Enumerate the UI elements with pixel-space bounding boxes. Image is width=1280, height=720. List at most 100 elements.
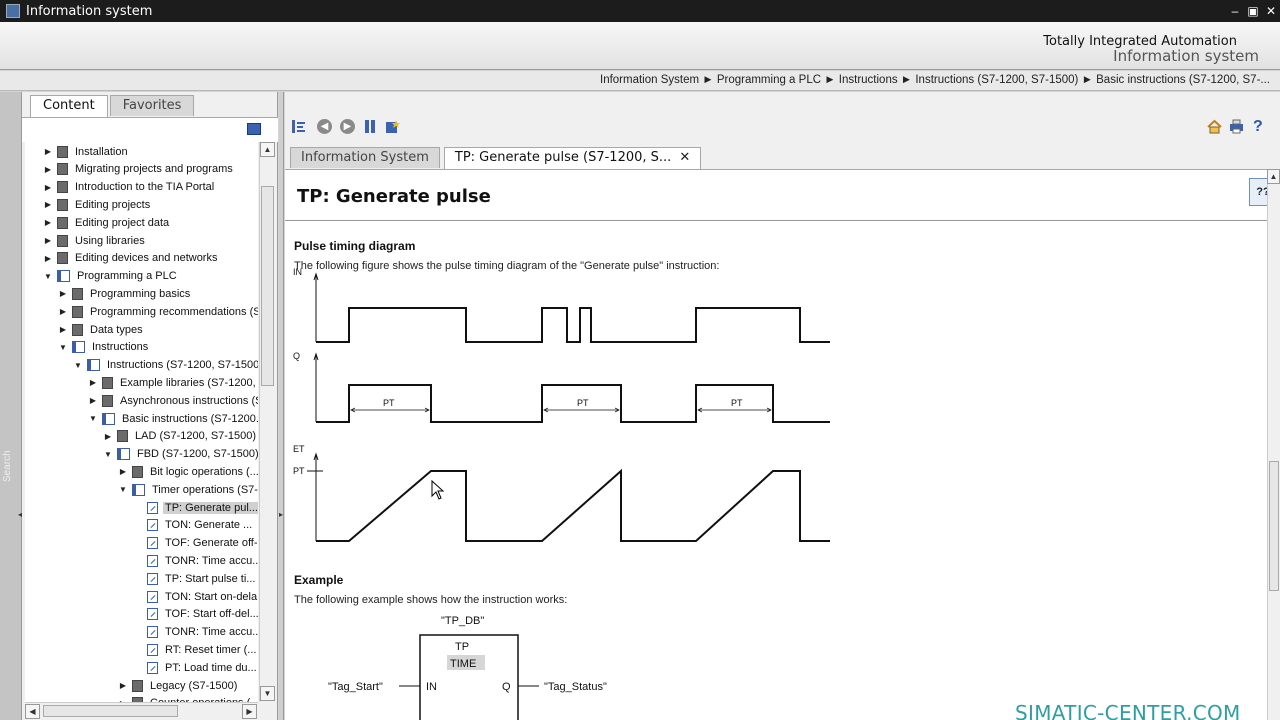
forward-icon[interactable]: ▶ — [340, 119, 355, 134]
restore-button[interactable]: ▣ — [1244, 4, 1262, 18]
tree-item[interactable]: ▶ Editing project data — [43, 214, 171, 231]
tab-favorites[interactable]: Favorites — [109, 95, 195, 116]
expanded-arrow-icon[interactable]: ▼ — [88, 414, 98, 423]
topic-page-icon — [147, 661, 158, 674]
collapsed-arrow-icon[interactable]: ▶ — [43, 183, 53, 192]
tab-tp-generate-pulse[interactable]: TP: Generate pulse (S7-1200, S... ✕ — [443, 147, 702, 170]
in-tag-label: "Tag_Start" — [328, 681, 383, 693]
tree-item[interactable]: ▶ Example libraries (S7-1200, S... — [88, 374, 258, 391]
tree-item[interactable]: ▶ Using libraries — [43, 232, 147, 249]
expanded-arrow-icon[interactable]: ▼ — [43, 272, 53, 281]
collapsed-arrow-icon[interactable]: ▶ — [118, 467, 128, 476]
tree-item[interactable]: ▼ Basic instructions (S7-1200... — [88, 410, 258, 427]
tree-item-label: TOF: Start off-del... — [165, 608, 258, 621]
pt-axis-label: PT — [293, 466, 305, 476]
collapsed-arrow-icon[interactable]: ▶ — [103, 432, 113, 441]
expanded-arrow-icon[interactable]: ▼ — [73, 361, 83, 370]
collapsed-arrow-icon[interactable]: ▶ — [43, 165, 53, 174]
help-icon[interactable]: ? — [1253, 119, 1268, 135]
scroll-left-icon[interactable]: ◀ — [25, 704, 40, 719]
collapsed-arrow-icon[interactable]: ▶ — [88, 378, 98, 387]
scroll-up-icon[interactable]: ▲ — [260, 142, 275, 157]
collapsed-arrow-icon[interactable]: ▶ — [58, 289, 68, 298]
tree-item[interactable]: ▶ Programming basics — [58, 285, 192, 302]
tree-item[interactable]: TP: Generate pul... — [133, 499, 258, 516]
collapsed-arrow-icon[interactable]: ▶ — [43, 147, 53, 156]
tab-content[interactable]: Content — [30, 95, 108, 118]
home-icon[interactable] — [1207, 119, 1222, 134]
document-vertical-scrollbar[interactable]: ▲ — [1267, 169, 1280, 720]
search-strip-label[interactable]: Search — [2, 442, 13, 482]
tree-item[interactable]: ▶ Legacy (S7-1500) — [118, 677, 239, 694]
tab-tp-label: TP: Generate pulse (S7-1200, S... — [454, 150, 672, 165]
tree-item[interactable]: ▼ Instructions (S7-1200, S7-1500) — [73, 357, 258, 374]
tree-item[interactable]: ▶ Bit logic operations (... — [118, 463, 258, 480]
scroll-down-icon[interactable]: ▼ — [260, 686, 275, 701]
tree-item[interactable]: RT: Reset timer (... — [133, 641, 258, 658]
tree-item[interactable]: ▶ Data types — [58, 321, 145, 338]
tree-item[interactable]: ▶ Asynchronous instructions (S... — [88, 392, 258, 409]
document-toolbar: ◀ ▶ ? — [285, 114, 1280, 138]
tree-item[interactable]: ▼ Instructions — [58, 339, 150, 356]
tree-item[interactable]: TP: Start pulse ti... — [133, 570, 257, 587]
tree-item[interactable]: TON: Generate ... — [133, 517, 254, 534]
tree-item[interactable]: TOF: Start off-del... — [133, 606, 258, 623]
tree-item[interactable]: ▶ Introduction to the TIA Portal — [43, 179, 216, 196]
tree-item[interactable]: ▼ Timer operations (S7-1... — [118, 481, 258, 498]
bookmark-icon[interactable] — [363, 119, 378, 134]
tree-item[interactable]: ▶ Installation — [43, 143, 130, 160]
library-icon[interactable] — [247, 123, 261, 135]
tree-item[interactable]: PT: Load time du... — [133, 659, 258, 676]
breadcrumb-path[interactable]: Information System ► Programming a PLC ►… — [600, 74, 1270, 86]
book-icon — [117, 430, 128, 443]
expanded-arrow-icon[interactable]: ▼ — [103, 450, 113, 459]
collapsed-arrow-icon[interactable]: ▶ — [58, 307, 68, 316]
collapsed-arrow-icon[interactable]: ▶ — [43, 218, 53, 227]
tree-item[interactable]: TONR: Time accu... — [133, 624, 258, 641]
book-icon — [72, 287, 83, 300]
panel-splitter[interactable]: ▸ — [279, 92, 284, 720]
close-window-button[interactable]: ✕ — [1262, 4, 1280, 18]
collapsed-arrow-icon[interactable]: ▶ — [118, 681, 128, 690]
tree-vertical-scrollbar[interactable]: ▲ ▼ — [259, 142, 275, 702]
collapsed-arrow-icon[interactable]: ▶ — [43, 200, 53, 209]
expanded-arrow-icon[interactable]: ▼ — [118, 485, 128, 494]
expanded-arrow-icon[interactable]: ▼ — [58, 343, 68, 352]
collapsed-arrow-icon[interactable]: ▶ — [58, 325, 68, 334]
scroll-thumb[interactable] — [261, 186, 274, 386]
tree-item[interactable]: TON: Start on-dela... — [133, 588, 258, 605]
collapsed-arrow-icon[interactable]: ▶ — [43, 254, 53, 263]
tree-item[interactable]: ▶ Programming recommendations (S7-... — [58, 303, 258, 320]
tree-item[interactable]: TOF: Generate off-... — [133, 535, 258, 552]
splitter-arrow-icon[interactable]: ▸ — [279, 510, 283, 519]
tree-item[interactable]: ▶ LAD (S7-1200, S7-1500) — [103, 428, 258, 445]
collapsed-arrow-icon[interactable]: ▶ — [43, 236, 53, 245]
tree-item[interactable]: ▼ Programming a PLC — [43, 268, 179, 285]
print-icon[interactable] — [1229, 119, 1244, 134]
doc-scroll-up-icon[interactable]: ▲ — [1267, 169, 1280, 184]
tree-item[interactable]: ▼ FBD (S7-1200, S7-1500) — [103, 446, 258, 463]
sync-toc-icon[interactable] — [291, 119, 306, 134]
back-icon[interactable]: ◀ — [317, 119, 332, 134]
tab-information-system[interactable]: Information System — [290, 147, 440, 168]
add-favorite-icon[interactable] — [385, 119, 400, 134]
tree-item-label: Installation — [75, 145, 128, 158]
topic-page-icon — [147, 501, 158, 514]
tree-item[interactable]: ▶ Migrating projects and programs — [43, 161, 235, 178]
collapsed-arrow-icon[interactable]: ▶ — [88, 396, 98, 405]
pulse-width-label-3: PT — [731, 398, 743, 408]
tree-item[interactable]: ▶Counter operations (... — [118, 695, 258, 702]
tree-item[interactable]: TONR: Time accu... — [133, 552, 258, 569]
tree-item-label: Asynchronous instructions (S... — [120, 394, 258, 407]
close-tab-icon[interactable]: ✕ — [679, 150, 690, 165]
help-badge-icon[interactable]: ?? — [1249, 178, 1267, 206]
minimize-button[interactable]: – — [1226, 4, 1244, 18]
scroll-right-icon[interactable]: ▶ — [242, 704, 257, 719]
open-book-icon — [132, 483, 145, 496]
scroll-thumb-horizontal[interactable] — [43, 705, 178, 717]
search-strip[interactable]: Search ◂ — [0, 92, 22, 720]
doc-scroll-thumb[interactable] — [1269, 461, 1279, 591]
tree-horizontal-scrollbar[interactable]: ◀ ▶ — [25, 702, 258, 719]
tree-item[interactable]: ▶ Editing devices and networks — [43, 250, 219, 267]
tree-item[interactable]: ▶ Editing projects — [43, 196, 152, 213]
